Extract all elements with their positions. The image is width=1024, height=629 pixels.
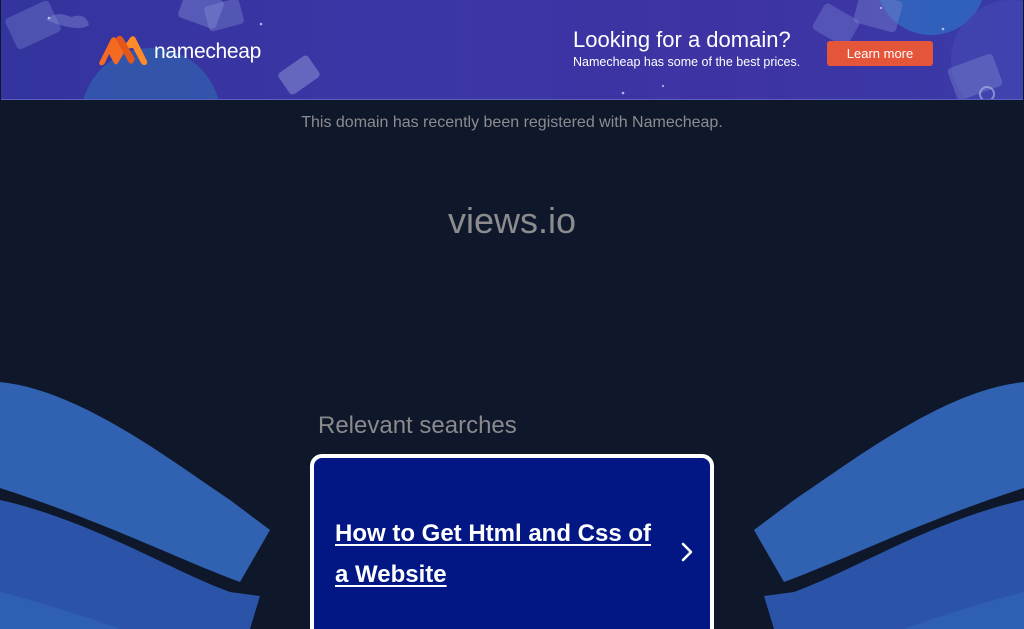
- promo-text: Looking for a domain? Namecheap has some…: [573, 27, 800, 71]
- promo-title: Looking for a domain?: [573, 27, 791, 52]
- learn-more-button[interactable]: Learn more: [827, 41, 933, 66]
- relevant-searches-title: Relevant searches: [318, 412, 517, 439]
- registration-notice: This domain has recently been registered…: [301, 114, 723, 131]
- promo-banner[interactable]: namecheap Looking for a domain? Namechea…: [1, 0, 1023, 100]
- page: namecheap Looking for a domain? Namechea…: [0, 0, 1024, 629]
- chevron-right-icon: [681, 542, 693, 562]
- namecheap-logo[interactable]: namecheap: [97, 34, 261, 68]
- logo-text: namecheap: [154, 39, 262, 63]
- relevant-search-link[interactable]: How to Get Html and Css of a Website: [335, 513, 665, 595]
- promo-subtitle: Namecheap has some of the best prices.: [573, 55, 801, 69]
- relevant-search-card[interactable]: How to Get Html and Css of a Website: [310, 454, 714, 629]
- domain-name: views.io: [447, 200, 577, 241]
- namecheap-logo-icon: [99, 35, 148, 66]
